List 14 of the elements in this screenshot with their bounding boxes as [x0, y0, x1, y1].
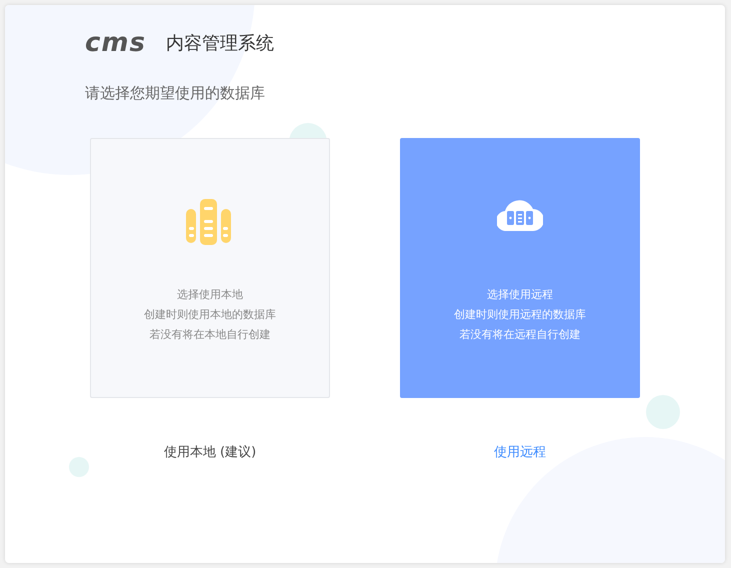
logo: cms [85, 30, 146, 56]
option-link[interactable]: 使用本地 (建议) [164, 443, 256, 461]
option-description: 创建时则使用远程的数据库 [454, 307, 586, 323]
prompt-text: 请选择您期望使用的数据库 [85, 84, 266, 103]
option-description: 若没有将在本地自行创建 [148, 327, 272, 343]
database-option-card[interactable]: 选择使用本地 创建时则使用本地的数据库 若没有将在本地自行创建 [90, 138, 330, 398]
option-description: 若没有将在远程自行创建 [458, 327, 582, 343]
option-link[interactable]: 使用远程 [494, 443, 546, 461]
option-description: 选择使用本地 [176, 287, 244, 303]
option-description: 选择使用远程 [486, 287, 554, 303]
database-option-card[interactable]: 选择使用远程 创建时则使用远程的数据库 若没有将在远程自行创建 [400, 138, 640, 398]
app-title: 内容管理系统 [166, 32, 274, 55]
server-stack-icon [186, 197, 234, 245]
option-description: 创建时则使用本地的数据库 [144, 307, 276, 323]
